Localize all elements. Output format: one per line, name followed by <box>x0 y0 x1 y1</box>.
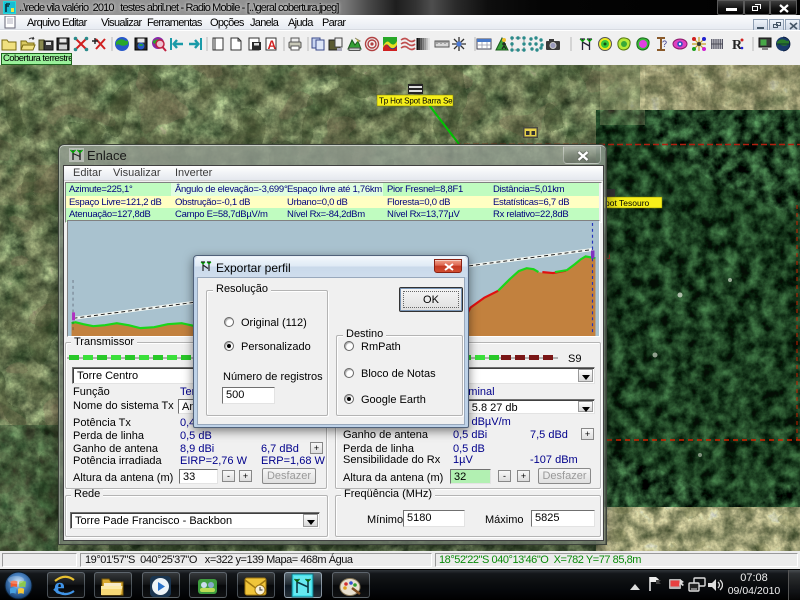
svg-text:Tp Hot Spot Barra Se: Tp Hot Spot Barra Se <box>379 97 453 106</box>
svg-text:pot Tesouro: pot Tesouro <box>605 198 650 208</box>
svg-text:?: ? <box>662 39 667 49</box>
svg-text:A: A <box>268 38 277 52</box>
